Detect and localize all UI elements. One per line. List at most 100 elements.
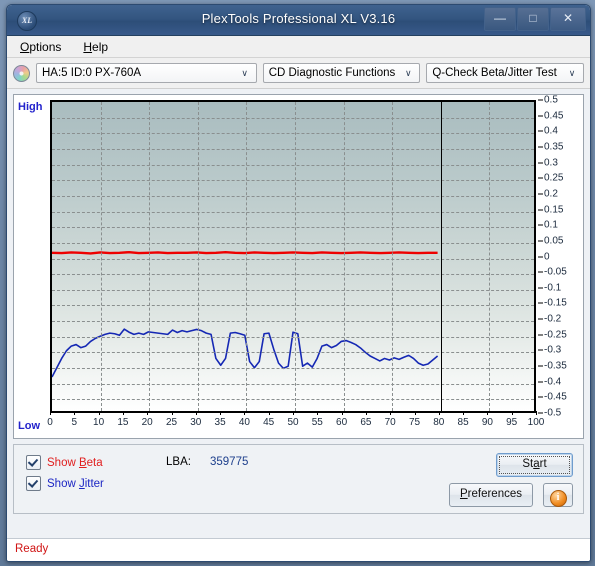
lba-label: LBA: <box>166 456 191 468</box>
show-beta-accel: B <box>78 456 87 469</box>
x-tick-label: 40 <box>238 417 250 428</box>
menu-bar: Options Help <box>7 36 590 58</box>
x-tick-label: 90 <box>481 417 493 428</box>
y-tick-mark <box>538 381 543 383</box>
x-tick-mark <box>98 411 100 415</box>
focus-outline <box>499 456 570 474</box>
y-tick-mark <box>538 271 543 273</box>
show-beta-checkbox-row[interactable]: Show Beta <box>26 455 103 470</box>
y-tick-mark <box>538 162 543 164</box>
y-tick-label: -0.5 <box>544 407 562 419</box>
menu-accel-options: O <box>20 39 30 54</box>
x-tick-mark <box>268 411 270 415</box>
disc-icon <box>13 64 30 82</box>
y-tick-label: -0.05 <box>544 266 567 278</box>
x-tick-mark <box>74 411 76 415</box>
chevron-down-icon: ∨ <box>405 68 412 78</box>
x-tick-label: 100 <box>527 417 545 428</box>
y-tick-label: -0.1 <box>544 282 562 294</box>
test-select-value: Q-Check Beta/Jitter Test <box>432 67 557 79</box>
show-jitter-checkbox-row[interactable]: Show Jitter <box>26 476 104 491</box>
x-tick-mark <box>438 411 440 415</box>
show-jitter-label-suffix: itter <box>84 477 104 490</box>
y-tick-label: 0.2 <box>544 188 558 200</box>
menu-label-help: elp <box>92 39 109 54</box>
maximize-button[interactable]: □ <box>517 7 549 31</box>
x-tick-label: 20 <box>141 417 153 428</box>
y-tick-mark <box>538 349 543 351</box>
y-tick-label: 0.4 <box>544 125 558 137</box>
y-tick-label: 0.15 <box>544 204 564 216</box>
show-jitter-checkbox[interactable] <box>26 476 41 491</box>
x-tick-label: 0 <box>47 417 53 428</box>
info-icon: i <box>549 490 567 507</box>
application-window: XL PlexTools Professional XL V3.16 — □ ✕… <box>6 4 591 562</box>
show-jitter-label-prefix: Show <box>47 477 79 490</box>
x-tick-label: 75 <box>408 417 421 428</box>
plot-area <box>50 100 536 413</box>
x-tick-label: 5 <box>71 417 78 428</box>
preferences-accel: P <box>459 488 468 500</box>
y-tick-label: -0.25 <box>544 329 567 341</box>
toolbar: HA:5 ID:0 PX-760A ∨ CD Diagnostic Functi… <box>7 58 590 89</box>
y-tick-mark <box>538 256 543 257</box>
series-line-jitter <box>52 329 438 377</box>
function-select[interactable]: CD Diagnostic Functions ∨ <box>262 63 421 83</box>
y-tick-mark <box>538 115 543 117</box>
chart-panel: High Low 0.5 0.45 0.4 0.35 0.3 0.25 0.2 0.15 0.1… <box>13 94 584 439</box>
preferences-label: references <box>467 488 522 500</box>
y-tick-label: -0.15 <box>544 297 567 309</box>
device-select[interactable]: HA:5 ID:0 PX-760A ∨ <box>36 63 257 83</box>
info-button[interactable]: i <box>543 483 573 507</box>
x-tick-mark <box>220 411 222 415</box>
y-tick-label: 0.05 <box>544 235 564 247</box>
y-tick-label: 0 <box>544 251 550 262</box>
menu-item-help[interactable]: Help <box>80 39 111 55</box>
series-line-beta <box>52 252 438 253</box>
y-tick-label: 0.25 <box>544 172 564 184</box>
test-select[interactable]: Q-Check Beta/Jitter Test ∨ <box>426 63 584 83</box>
x-tick-mark <box>122 411 124 415</box>
y-tick-mark <box>538 99 543 101</box>
y-tick-mark <box>538 146 543 148</box>
close-button[interactable]: ✕ <box>550 7 586 31</box>
x-tick-mark <box>244 411 246 415</box>
show-beta-label: Show Beta <box>47 457 103 469</box>
x-tick-label: 85 <box>457 417 469 428</box>
preferences-button[interactable]: Preferences <box>449 483 533 507</box>
y-tick-label: -0.4 <box>544 376 562 388</box>
x-tick-mark <box>365 411 367 415</box>
y-tick-label: -0.3 <box>544 344 562 356</box>
x-axis-labels: 0 5 10 15 20 25 30 35 40 45 50 55 60 65 70 75 80 85 90 95 10… <box>47 411 544 433</box>
menu-item-options[interactable]: Options <box>17 39 64 55</box>
y-tick-label: -0.45 <box>544 391 567 403</box>
y-tick-mark <box>538 318 543 320</box>
y-tick-label: 0.1 <box>544 219 558 231</box>
plot-svg <box>52 102 534 411</box>
status-bar: Ready <box>7 538 590 561</box>
lba-value: 359775 <box>210 456 249 468</box>
y-tick-label: 0.45 <box>544 110 564 122</box>
x-tick-label: 35 <box>214 417 226 428</box>
status-text: Ready <box>15 543 49 555</box>
show-beta-label-suffix: eta <box>86 456 103 469</box>
x-tick-label: 30 <box>190 417 202 428</box>
screen: XL PlexTools Professional XL V3.16 — □ ✕… <box>0 0 595 566</box>
show-beta-checkbox[interactable] <box>26 455 41 470</box>
x-tick-label: 50 <box>287 417 299 428</box>
x-tick-mark <box>171 411 173 415</box>
x-tick-label: 65 <box>360 417 372 428</box>
x-tick-label: 80 <box>433 417 445 428</box>
axis-label-high: High <box>18 101 43 113</box>
y-tick-mark <box>538 209 543 211</box>
start-button[interactable]: Start <box>496 453 573 477</box>
x-tick-label: 25 <box>165 417 178 428</box>
chevron-down-icon: ∨ <box>241 68 248 78</box>
x-tick-mark <box>414 411 416 415</box>
y-axis-labels: 0.5 0.45 0.4 0.35 0.3 0.25 0.2 0.15 0.1 0.05 0 -0.0… <box>538 95 578 419</box>
y-tick-label: -0.2 <box>544 313 562 325</box>
x-tick-label: 95 <box>506 417 518 428</box>
x-tick-mark <box>317 411 319 415</box>
minimize-button[interactable]: — <box>484 7 516 31</box>
y-tick-mark <box>538 193 543 195</box>
